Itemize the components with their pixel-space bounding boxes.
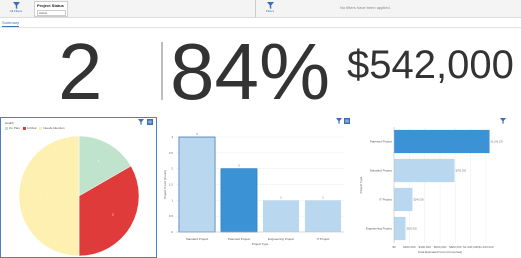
filter-divider — [255, 0, 256, 17]
x-tick-label: IT Project — [317, 237, 330, 241]
tab-summary[interactable]: Summary — [2, 20, 20, 27]
kpi-amount: $542,000 — [347, 43, 514, 87]
project-count-bar-chart: 0 0.5 1 1.5 2 2.5 3 3 Standard Project 2 Patented … — [163, 132, 344, 246]
bar-value-label: $790,000 — [456, 170, 467, 173]
bar — [394, 129, 490, 154]
bar — [304, 200, 342, 232]
x-tick-label: $600,000 — [434, 245, 447, 249]
filters-button[interactable]: Filters — [258, 0, 282, 17]
x-tick-label: $1,200,000 — [478, 245, 493, 249]
bar — [394, 216, 406, 241]
x-tick-label: $400,000 — [418, 245, 431, 249]
estimated-cost-bar-panel: $0 $200,000 $400,000 $600,000 $800,000 $1,000… — [352, 117, 520, 256]
bar — [220, 168, 258, 233]
pie-slice — [18, 135, 80, 257]
bar-value-label: $150,000 — [407, 228, 418, 231]
funnel-icon — [12, 2, 20, 9]
funnel-icon — [266, 2, 274, 9]
estimated-cost-bar-chart: $0 $200,000 $400,000 $600,000 $800,000 $1,000… — [359, 127, 504, 254]
y-tick-label: 2 — [171, 167, 173, 171]
bar — [262, 200, 300, 232]
filter-bar: All Filters Project Status Active Filter… — [0, 0, 521, 18]
bar-value-label: 2 — [238, 164, 240, 168]
x-tick-label: $800,000 — [449, 245, 462, 249]
x-tick-label: Engineering Project — [268, 237, 294, 241]
x-tick-label: $1,000,000 — [463, 245, 478, 249]
y-tick-label: 1 — [171, 198, 173, 202]
kpi-divider — [161, 42, 163, 100]
bar-value-label: 3 — [196, 132, 198, 136]
project-status-filter[interactable]: Project Status Active — [34, 1, 68, 17]
y-tick-label: 0.5 — [169, 214, 174, 218]
y-axis-title: Project Count (Count) — [163, 170, 167, 199]
y-tick-label: Standard Project — [370, 169, 393, 173]
bar-value-label: $1,246,220 — [491, 141, 504, 144]
x-tick-label: Standard Project — [186, 237, 209, 241]
y-tick-label: 0 — [171, 230, 173, 234]
health-pie-panel: Health On Plan At Risk Needs Attention 1… — [0, 117, 157, 258]
x-axis-title: Project Type — [252, 242, 269, 246]
bar — [394, 187, 413, 212]
bar-value-label: $240,000 — [413, 199, 424, 202]
x-tick-label: $200,000 — [403, 245, 416, 249]
bar — [394, 158, 455, 183]
x-axis-title: Total Estimated Cost (Converted) — [418, 250, 462, 254]
bar — [178, 136, 216, 233]
kpi-project-count: 2 — [58, 27, 103, 116]
all-filters-button[interactable]: All Filters — [1, 0, 31, 17]
all-filters-label: All Filters — [9, 9, 23, 13]
x-tick-label: $0 — [392, 245, 396, 249]
y-axis-title: Project Type — [359, 176, 363, 193]
bar-value-label: 1 — [322, 195, 324, 199]
y-tick-label: 2.5 — [169, 151, 174, 155]
no-filters-message: No filters have been applied. — [340, 5, 391, 10]
pie-chart: 123 — [18, 135, 140, 257]
project-status-label: Project Status — [37, 3, 64, 8]
y-tick-label: 1.5 — [169, 183, 174, 187]
y-tick-label: IT Project — [379, 198, 392, 202]
filters-label: Filters — [265, 9, 275, 13]
kpi-percent: 84% — [170, 27, 331, 116]
y-tick-label: Engineering Project — [366, 227, 392, 231]
project-status-select[interactable]: Active — [37, 10, 66, 16]
y-tick-label: Patented Project — [370, 140, 392, 144]
bar-value-label: 1 — [280, 195, 282, 199]
project-count-bar-panel: 0 0.5 1 1.5 2 2.5 3 3 Standard Project 2 Patented … — [158, 117, 350, 256]
y-tick-label: 3 — [171, 135, 173, 139]
x-tick-label: Patented Project — [228, 237, 250, 241]
